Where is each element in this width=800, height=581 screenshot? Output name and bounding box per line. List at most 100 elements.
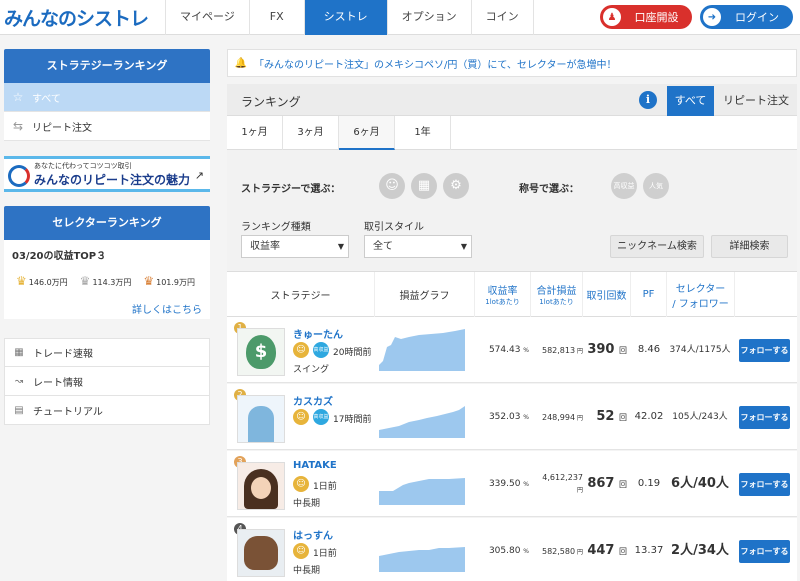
- tab-3-months[interactable]: 3ヶ月: [283, 116, 339, 150]
- pf-sort[interactable]: PF: [631, 272, 667, 317]
- silver-crown-icon: ♛: [79, 274, 91, 288]
- follow-button[interactable]: フォローする: [739, 540, 790, 563]
- ranking-type-select[interactable]: 収益率 ▼: [241, 235, 349, 258]
- follow-button[interactable]: フォローする: [739, 406, 790, 429]
- sidebar-item-repeat[interactable]: ⇆ リピート注文: [4, 112, 210, 141]
- period-tabs: 1ヶ月 3ヶ月 6ヶ月 1年: [227, 116, 797, 150]
- selector-ranking-box: 03/20の収益TOP３ ♛ 146.0万円 ♛ 114.3万円 ♛ 101.9万円 …: [4, 240, 210, 319]
- open-account-button[interactable]: ♟ 口座開設: [600, 5, 692, 29]
- user-icon: ☺: [293, 476, 309, 492]
- pf-value: 13.37: [634, 545, 664, 556]
- user-icon: ☺: [293, 342, 309, 358]
- strategy-type: 中長期: [293, 499, 321, 509]
- table-row[interactable]: 2 カスカズ ☺ 高収益 17時間前 352.03 % 248,994 円 52…: [227, 384, 797, 450]
- nav-systre[interactable]: シストレ: [303, 0, 387, 35]
- top-header: みんなのシストレ マイページ FX シストレ オプション コイン ♟ 口座開設 …: [0, 0, 800, 35]
- menu-trade-news[interactable]: ▦ トレード速報: [4, 338, 210, 367]
- profit-rate: 574.43 %: [488, 345, 529, 355]
- notice-bar[interactable]: 🔔 「みんなのリピート注文」のメキシコペソ/円（買）にて、セレクターが急増中！: [227, 49, 797, 77]
- login-button[interactable]: ➜ ログイン: [700, 5, 793, 29]
- count-sort[interactable]: 取引回数: [583, 272, 631, 317]
- selector-follower: 374人/1175人: [669, 345, 731, 355]
- total-profit: 582,813 円: [541, 345, 583, 355]
- trade-count: 867 回: [587, 476, 627, 491]
- main-nav: マイページ FX シストレ オプション コイン: [165, 0, 534, 35]
- crown-list: ♛ 146.0万円 ♛ 114.3万円 ♛ 101.9万円: [16, 274, 196, 288]
- robot-filter-icon[interactable]: ⚙: [443, 173, 469, 199]
- popular-badge[interactable]: 人気: [643, 173, 669, 199]
- table-row[interactable]: 3 HATAKE ☺ 1日前 中長期 339.50 % 4,612,237 円 8…: [227, 451, 797, 517]
- title-badge-icon: 高収益: [313, 342, 329, 358]
- profit-rate: 339.50 %: [488, 479, 529, 489]
- building-filter-icon[interactable]: ▦: [411, 173, 437, 199]
- banner-logo-icon: [8, 165, 30, 187]
- strategy-thumbnail[interactable]: [237, 462, 285, 510]
- profit-graph: [379, 478, 465, 505]
- nav-fx[interactable]: FX: [248, 0, 304, 35]
- profit-rate: 305.80 %: [488, 546, 529, 556]
- trade-style-select[interactable]: 全て ▼: [364, 235, 472, 258]
- trade-count: 447 回: [587, 543, 627, 558]
- strategy-name[interactable]: きゅーたん: [293, 326, 343, 341]
- follow-button[interactable]: フォローする: [739, 473, 790, 496]
- profit-graph: [379, 406, 465, 438]
- strategy-type: スイング: [293, 365, 330, 375]
- person-filter-icon[interactable]: ☺: [379, 173, 405, 199]
- table-row[interactable]: 4 はっすん ☺ 1日前 中長期 305.80 % 582,580 円 447 …: [227, 518, 797, 581]
- bronze-crown-icon: ♛: [143, 274, 155, 288]
- strategy-name[interactable]: HATAKE: [293, 460, 337, 471]
- grid-icon: ▦: [14, 347, 24, 358]
- profit-graph: [379, 329, 465, 371]
- strategy-name[interactable]: はっすん: [293, 527, 333, 542]
- strategy-thumbnail[interactable]: [237, 395, 285, 443]
- tab-6-months[interactable]: 6ヶ月: [339, 116, 395, 150]
- pf-value: 8.46: [637, 344, 661, 355]
- nickname-search-button[interactable]: ニックネーム検索: [610, 235, 704, 258]
- profit-rate: 352.03 %: [488, 412, 529, 422]
- caret-down-icon: ▼: [337, 242, 344, 251]
- total-profit: 4,612,237 円: [542, 473, 583, 494]
- table-row[interactable]: 1 $ きゅーたん ☺ 高収益 20時間前 スイング 574.43 % 582,…: [227, 317, 797, 383]
- login-icon: ➜: [703, 8, 721, 26]
- trade-count: 390 回: [587, 342, 627, 357]
- nav-mypage[interactable]: マイページ: [165, 0, 249, 35]
- strategy-name[interactable]: カスカズ: [293, 393, 333, 408]
- bell-icon: 🔔: [234, 57, 248, 69]
- nav-coin[interactable]: コイン: [470, 0, 534, 35]
- selector-sort[interactable]: セレクター / フォロワー: [667, 272, 735, 317]
- site-logo[interactable]: みんなのシストレ: [4, 4, 149, 31]
- table-header: ストラテジー 損益グラフ 収益率 1lotあたり 合計損益 1lotあたり 取引回数…: [227, 272, 797, 317]
- caret-down-icon: ▼: [460, 242, 467, 251]
- selector-follower: 6人/40人: [671, 476, 729, 491]
- user-add-icon: ♟: [603, 8, 621, 26]
- menu-rate-info[interactable]: ↝ レート情報: [4, 367, 210, 396]
- tab-1-year[interactable]: 1年: [395, 116, 451, 150]
- user-icon: ☺: [293, 543, 309, 559]
- gold-crown-icon: ♛: [16, 274, 27, 288]
- strategy-thumbnail[interactable]: [237, 529, 285, 577]
- total-sort[interactable]: 合計損益 1lotあたり: [531, 272, 583, 317]
- title-badge-icon: 高収益: [313, 409, 329, 425]
- external-link-icon: ↗: [194, 169, 204, 182]
- detail-search-button[interactable]: 詳細検索: [711, 235, 788, 258]
- segment-all[interactable]: すべて: [667, 86, 714, 116]
- high-profit-badge[interactable]: 高収益: [611, 173, 637, 199]
- star-icon: ☆: [12, 90, 24, 104]
- segment-repeat-order[interactable]: リピート注文: [715, 86, 797, 116]
- menu-tutorial[interactable]: ▤ チュートリアル: [4, 396, 210, 425]
- repeat-order-banner[interactable]: あなたに代わってコツコツ取引 みんなのリピート注文の魅力 ↗: [4, 156, 210, 192]
- follow-button[interactable]: フォローする: [739, 339, 790, 362]
- sidebar-item-all[interactable]: ☆ すべて: [4, 83, 210, 112]
- map-icon: ▤: [14, 404, 24, 416]
- more-link[interactable]: 詳しくはこちら: [132, 301, 202, 316]
- updated-time: 20時間前: [333, 348, 372, 358]
- pf-value: 0.19: [637, 478, 661, 489]
- nav-option[interactable]: オプション: [386, 0, 471, 35]
- info-icon[interactable]: i: [639, 91, 657, 109]
- tab-1-month[interactable]: 1ヶ月: [227, 116, 283, 150]
- total-profit: 248,994 円: [541, 412, 583, 422]
- strategy-thumbnail[interactable]: $: [237, 328, 285, 376]
- profit-rate-sort[interactable]: 収益率 1lotあたり: [475, 272, 531, 317]
- selector-ranking-header: セレクターランキング: [4, 206, 210, 240]
- strategy-type: 中長期: [293, 566, 321, 576]
